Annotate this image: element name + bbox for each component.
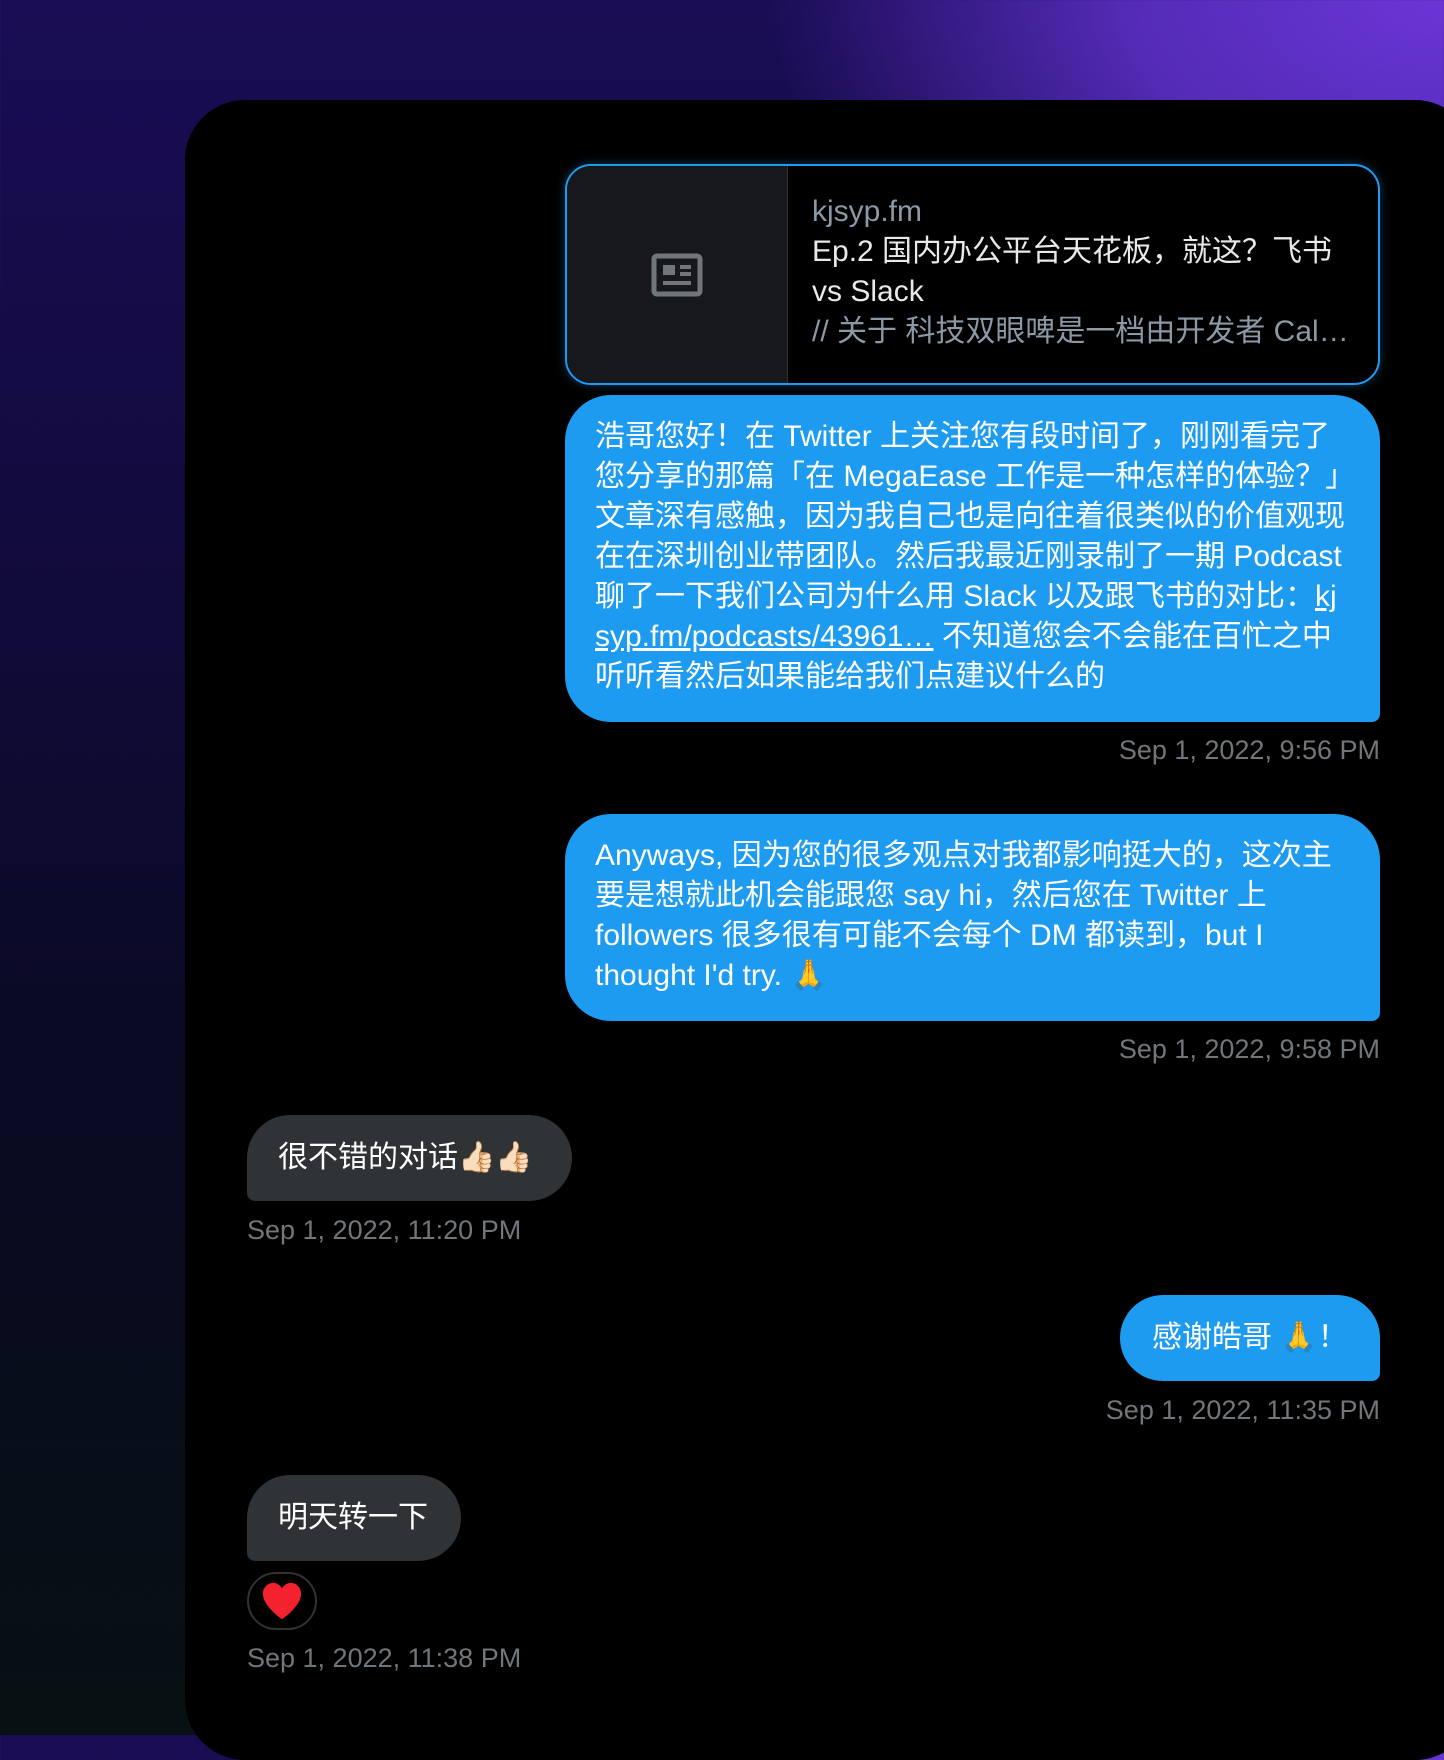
link-preview-domain: kjsyp.fm: [812, 195, 923, 228]
message-timestamp: Sep 1, 2022, 11:20 PM: [247, 1215, 522, 1245]
outgoing-message-bubble[interactable]: Anyways, 因为您的很多观点对我都影响挺大的，这次主要是想就此机会能跟您 …: [565, 814, 1380, 1021]
outgoing-message-bubble[interactable]: 感谢皓哥 🙏！: [1120, 1295, 1380, 1381]
heart-icon: [262, 1582, 302, 1620]
heart-reaction[interactable]: [247, 1572, 317, 1630]
message-text: 浩哥您好！在 Twitter 上关注您有段时间了，刚刚看完了您分享的那篇「在 M…: [595, 420, 1345, 613]
link-preview-description: // 关于 科技双眼啤是一档由开发者 Calixto 和 ...: [812, 315, 1352, 348]
incoming-message-bubble[interactable]: 很不错的对话👍🏻👍🏻: [247, 1115, 572, 1201]
message-text: Anyways, 因为您的很多观点对我都影响挺大的，这次主要是想就此机会能跟您 …: [595, 839, 1332, 992]
message-text: 感谢皓哥 🙏！: [1152, 1321, 1348, 1354]
outgoing-message-bubble[interactable]: 浩哥您好！在 Twitter 上关注您有段时间了，刚刚看完了您分享的那篇「在 M…: [565, 395, 1380, 722]
message-timestamp: Sep 1, 2022, 11:38 PM: [247, 1643, 522, 1673]
link-preview-card[interactable]: kjsyp.fm Ep.2 国内办公平台天花板，就这？飞书 vs Slack /…: [565, 164, 1380, 385]
message-timestamp: Sep 1, 2022, 9:56 PM: [1118, 735, 1380, 765]
article-icon: [651, 253, 703, 296]
message-timestamp: Sep 1, 2022, 9:58 PM: [1118, 1034, 1380, 1064]
incoming-message-bubble[interactable]: 明天转一下: [247, 1475, 461, 1561]
message-timestamp: Sep 1, 2022, 11:35 PM: [1105, 1395, 1380, 1425]
message-text: 很不错的对话👍🏻👍🏻: [278, 1141, 533, 1174]
message-text: 明天转一下: [278, 1501, 428, 1534]
link-preview-thumbnail: [567, 166, 788, 383]
link-preview-title: Ep.2 国内办公平台天花板，就这？飞书 vs Slack: [812, 235, 1333, 308]
